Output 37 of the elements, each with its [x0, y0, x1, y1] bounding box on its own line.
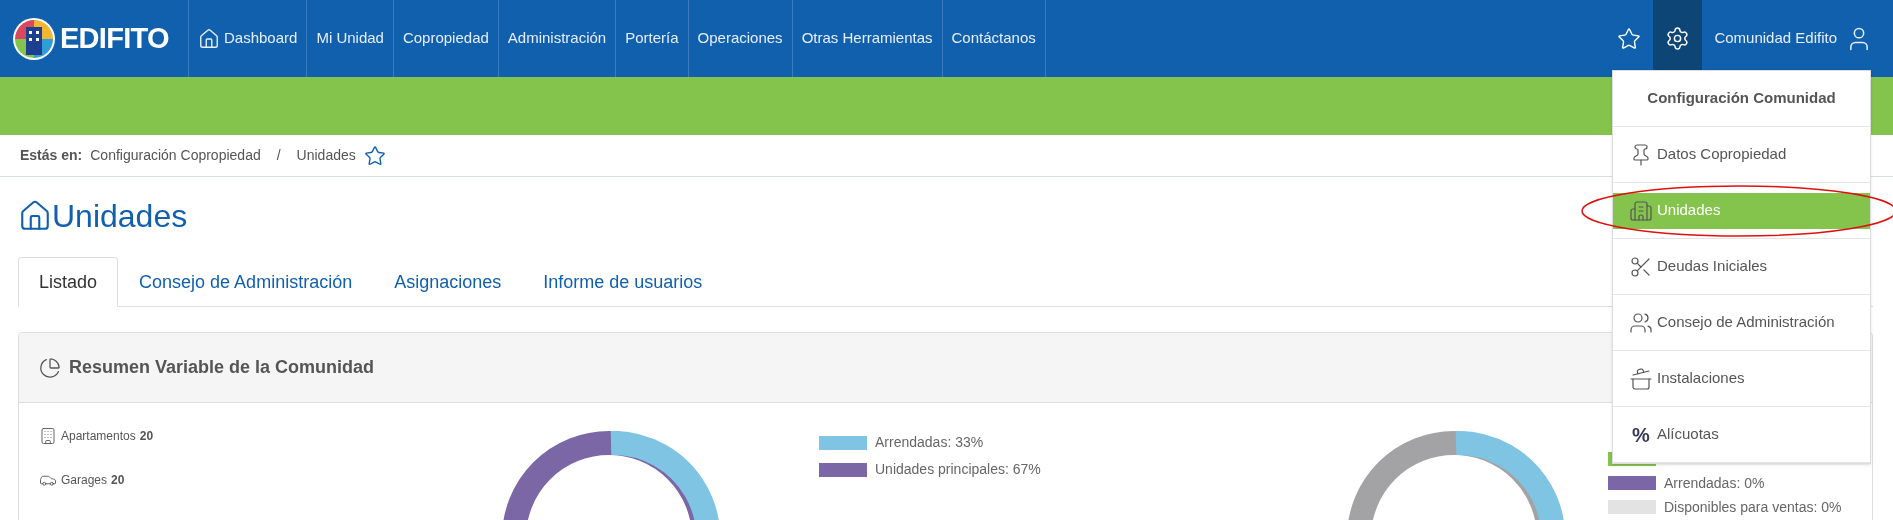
- count-value: 20: [111, 472, 125, 489]
- dropdown-item[interactable]: Datos Copropiedad: [1613, 126, 1870, 183]
- breadcrumb-link[interactable]: Configuración Copropiedad: [90, 145, 261, 166]
- star-icon: [1617, 26, 1642, 51]
- pie-chart-icon: [39, 356, 61, 379]
- percent-symbol: %: [1631, 422, 1651, 448]
- logo-icon: [12, 16, 56, 61]
- count-label: Apartamentos: [61, 428, 136, 445]
- breadcrumb-current: Unidades: [296, 146, 356, 165]
- tab[interactable]: Consejo de Administración: [118, 257, 374, 307]
- home-icon: [18, 199, 52, 233]
- dropdown-item[interactable]: Consejo de Administración: [1613, 294, 1870, 351]
- tab[interactable]: Informe de usuarios: [522, 257, 724, 307]
- home-icon: [198, 27, 220, 50]
- pot-icon: [1629, 366, 1653, 391]
- building-icon: [39, 427, 57, 445]
- legend-label: Arrendadas: 33%: [875, 433, 984, 452]
- dropdown-item[interactable]: % Alícuotas: [1613, 406, 1870, 463]
- buildings-icon: [1629, 198, 1653, 223]
- count-value: 20: [139, 428, 154, 445]
- dropdown-item[interactable]: Deudas Iniciales: [1613, 238, 1870, 295]
- page-title: Unidades: [52, 200, 188, 232]
- tab[interactable]: Asignaciones: [373, 257, 523, 307]
- dropdown-item[interactable]: Instalaciones: [1613, 350, 1870, 407]
- breadcrumb-label: Estás en:: [20, 146, 83, 165]
- count-label: Garages: [61, 472, 108, 489]
- brand-name: EDIFITO: [60, 20, 169, 56]
- panel-title: Resumen Variable de la Comunidad: [69, 356, 375, 379]
- legend-label: Disponibles para ventas: 0%: [1664, 497, 1842, 517]
- settings-icon: [1665, 26, 1691, 51]
- people-icon: [1629, 310, 1653, 335]
- dropdown-title: Configuración Comunidad: [1613, 71, 1870, 127]
- legend-label: Unidades principales: 67%: [875, 460, 1041, 479]
- favorite-star-icon: [363, 144, 386, 167]
- legend-label: Arrendadas: 0%: [1664, 473, 1765, 493]
- breadcrumb-separator: /: [275, 146, 282, 165]
- tab[interactable]: Listado: [18, 257, 119, 307]
